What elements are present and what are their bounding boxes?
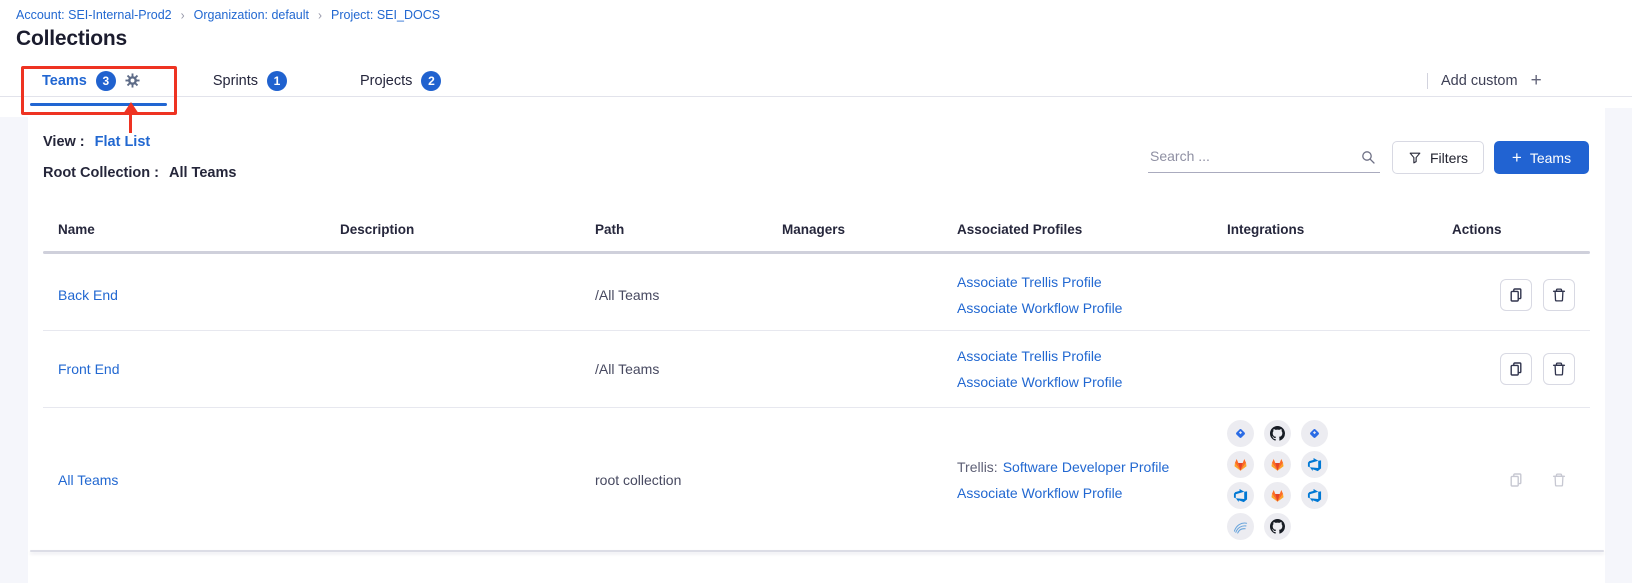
settings-gear-icon[interactable] [125,73,140,88]
profile-link[interactable]: Associate Workflow Profile [957,485,1122,501]
integration-icon-gitlab [1227,451,1254,478]
column-header-path: Path [595,222,624,237]
table-row: Back End/All Teams Associate Trellis Prof… [0,259,1632,330]
column-header-description: Description [340,222,414,237]
profile-line: Associate Trellis Profile [957,274,1122,290]
add-teams-label: Teams [1530,150,1571,166]
filters-label: Filters [1430,150,1468,166]
profile-link[interactable]: Associate Trellis Profile [957,348,1102,364]
table-row: Front End/All Teams Associate Trellis Pro… [0,330,1632,407]
tab-label: Sprints [213,73,258,89]
integration-icon-azure-devops [1301,451,1328,478]
tab-count-badge: 2 [421,71,441,91]
view-value-link[interactable]: Flat List [95,134,151,150]
breadcrumb: Account: SEI-Internal-Prod2 › Organization… [16,8,440,22]
delete-collection-button[interactable] [1543,353,1575,385]
search-icon [1360,149,1376,165]
search-box [1148,143,1380,173]
collections-page: Account: SEI-Internal-Prod2 › Organization… [0,0,1632,583]
integration-icon-azure-devops [1301,482,1328,509]
clone-collection-button [1500,464,1532,496]
tab-label: Teams [42,73,87,89]
collection-name-link[interactable]: All Teams [58,472,118,488]
profile-link[interactable]: Associate Workflow Profile [957,300,1122,316]
associated-profiles: Associate Trellis Profile Associate Workf… [957,274,1122,316]
breadcrumb-link-1[interactable]: Organization: default [194,8,309,22]
profile-line: Associate Workflow Profile [957,485,1169,501]
path-value: root collection [595,472,681,488]
add-custom-label: Add custom [1441,73,1518,89]
column-header-associated-profiles: Associated Profiles [957,222,1082,237]
integration-icon-gitlab [1264,482,1291,509]
tab-sprints[interactable]: Sprints 1 [213,71,287,91]
row-actions [1500,279,1575,311]
integration-icon-azure-devops [1227,482,1254,509]
column-header-integrations: Integrations [1227,222,1304,237]
collection-name-link[interactable]: Back End [58,287,118,303]
clone-collection-button[interactable] [1500,353,1532,385]
profile-line: Trellis: Software Developer Profile [957,459,1169,475]
integrations-cell [1227,420,1328,540]
collection-name-link[interactable]: Front End [58,361,119,377]
integration-icon-github [1264,513,1291,540]
integration-icon-sonarqube [1227,513,1254,540]
annotation-arrow-shaft [129,112,132,133]
view-selector: View : Flat List [43,134,150,150]
tab-count-badge: 3 [96,71,116,91]
tab-bar: Teams 3 Sprints 1 Projects 2 [0,65,1632,97]
root-collection-value: All Teams [169,165,236,181]
breadcrumb-separator-icon: › [318,7,322,22]
profile-link[interactable]: Associate Workflow Profile [957,374,1122,390]
table-header-divider [43,251,1590,254]
tab-label: Projects [360,73,412,89]
table-bottom-edge [30,550,1604,552]
tab-projects[interactable]: Projects 2 [360,71,441,91]
delete-collection-button [1543,464,1575,496]
add-custom-button[interactable]: Add custom + [1427,65,1542,96]
divider [1427,73,1428,89]
search-input[interactable] [1148,143,1348,169]
tab-teams[interactable]: Teams 3 [42,71,140,91]
associated-profiles: Trellis: Software Developer Profile Associ… [957,459,1169,501]
integration-icon-jira [1227,420,1254,447]
integration-icon-jira [1301,420,1328,447]
column-header-managers: Managers [782,222,845,237]
clone-collection-button[interactable] [1500,279,1532,311]
profile-line: Associate Trellis Profile [957,348,1122,364]
filters-button[interactable]: Filters [1392,141,1484,174]
path-value: /All Teams [595,361,659,377]
breadcrumb-separator-icon: › [181,7,185,22]
integration-icon-github [1264,420,1291,447]
breadcrumb-link-0[interactable]: Account: SEI-Internal-Prod2 [16,8,172,22]
page-title: Collections [16,27,127,51]
associated-profiles: Associate Trellis Profile Associate Workf… [957,348,1122,390]
profile-line: Associate Workflow Profile [957,374,1122,390]
column-header-name: Name [58,222,95,237]
integration-icon-gitlab [1264,451,1291,478]
row-actions [1500,464,1575,496]
add-teams-button[interactable]: + Teams [1494,141,1589,174]
tab-count-badge: 1 [267,71,287,91]
table-row: All Teams root collection Trellis: Software… [0,407,1632,552]
profile-link[interactable]: Associate Trellis Profile [957,274,1102,290]
plus-icon: + [1512,149,1522,166]
row-actions [1500,353,1575,385]
root-collection: Root Collection : All Teams [43,165,236,181]
profile-link[interactable]: Software Developer Profile [1003,459,1170,475]
breadcrumb-link-2[interactable]: Project: SEI_DOCS [331,8,440,22]
plus-icon: + [1531,71,1542,90]
filter-funnel-icon [1408,151,1422,165]
column-header-actions: Actions [1452,222,1502,237]
view-label: View : [43,134,85,150]
profile-line: Associate Workflow Profile [957,300,1122,316]
table-header: Name Description Path Managers Associated Pr… [0,222,1632,242]
profile-prefix-label: Trellis: [957,459,998,475]
path-value: /All Teams [595,287,659,303]
root-collection-label: Root Collection : [43,165,159,181]
delete-collection-button[interactable] [1543,279,1575,311]
